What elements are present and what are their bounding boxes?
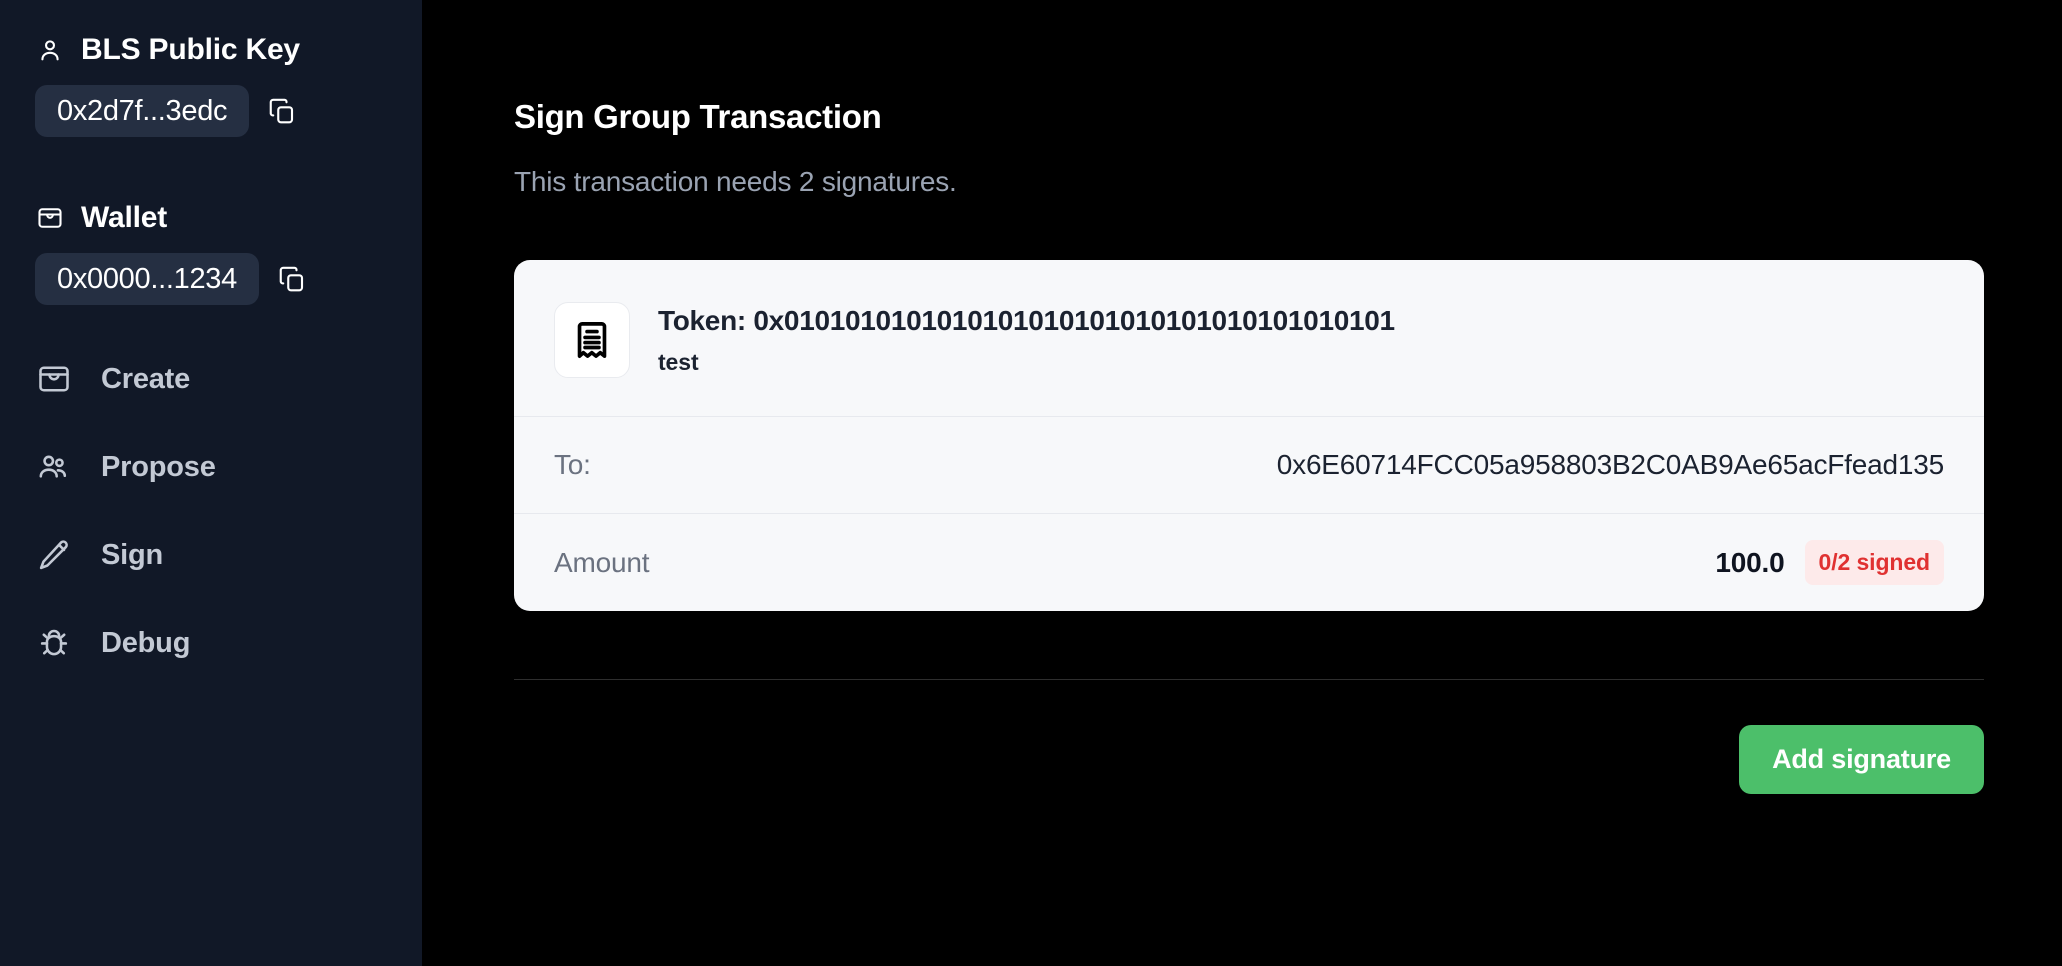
token-label: Token: 0x0101010101010101010101010101010… [658, 304, 1395, 336]
sidebar-item-create-label: Create [101, 362, 191, 395]
transaction-card-header: Token: 0x0101010101010101010101010101010… [514, 260, 1984, 417]
status-badge: 0/2 signed [1804, 540, 1944, 585]
page-title: Sign Group Transaction [514, 98, 882, 135]
token-sub-label: test [658, 348, 699, 375]
sidebar-item-debug-label: Debug [101, 626, 191, 659]
sidebar-item-sign-label: Sign [101, 538, 164, 571]
bls-public-key-label: BLS Public Key [81, 33, 300, 66]
bug-icon [33, 622, 75, 664]
bls-public-key-header: BLS Public Key [0, 33, 422, 67]
table-row-amount: Amount 100.0 0/2 signed [514, 514, 1984, 611]
copy-wallet-address-button[interactable] [275, 262, 309, 296]
amount-right-group: 100.0 0/2 signed [1715, 540, 1944, 585]
table-row-to: To: 0x6E60714FCC05a958803B2C0AB9Ae65acFf… [514, 417, 1984, 514]
wallet-icon [35, 203, 65, 233]
wallet-label: Wallet [81, 201, 168, 234]
page-subtitle: This transaction needs 2 signatures. [514, 166, 957, 197]
add-signature-button[interactable]: Add signature [1739, 725, 1984, 794]
pencil-icon [33, 534, 75, 576]
sidebar-item-create[interactable]: Create [0, 355, 422, 403]
wallet-block: Wallet 0x0000...1234 [0, 201, 422, 305]
user-icon [35, 35, 65, 65]
sidebar-nav: Create Propose Sign Debug [0, 355, 422, 707]
wallet-header: Wallet [0, 201, 422, 235]
wallet-address-row: 0x0000...1234 [0, 253, 422, 305]
sidebar-item-propose-label: Propose [101, 450, 216, 483]
to-address-value: 0x6E60714FCC05a958803B2C0AB9Ae65acFfead1… [1276, 449, 1944, 480]
bls-address-pill[interactable]: 0x2d7f...3edc [35, 85, 250, 137]
token-text-wrap: Token: 0x0101010101010101010101010101010… [658, 305, 1395, 376]
receipt-icon [554, 302, 630, 378]
users-icon [33, 446, 75, 488]
section-divider [514, 679, 1984, 680]
main-content: Sign Group Transaction This transaction … [422, 0, 2062, 966]
copy-bls-address-button[interactable] [265, 94, 299, 128]
sidebar-item-propose[interactable]: Propose [0, 443, 422, 491]
wallet-address-pill[interactable]: 0x0000...1234 [35, 253, 259, 305]
sidebar-item-sign[interactable]: Sign [0, 531, 422, 579]
amount-value: 100.0 [1715, 546, 1785, 578]
transaction-card: Token: 0x0101010101010101010101010101010… [514, 260, 1984, 611]
sidebar-item-debug[interactable]: Debug [0, 619, 422, 667]
actions-bar: Add signature [514, 725, 1984, 794]
sidebar: BLS Public Key 0x2d7f...3edc Wallet 0x00… [0, 0, 422, 966]
app-root: BLS Public Key 0x2d7f...3edc Wallet 0x00… [0, 0, 2062, 966]
amount-label: Amount [554, 546, 650, 578]
to-label: To: [554, 449, 591, 480]
bls-address-row: 0x2d7f...3edc [0, 85, 422, 137]
inbox-icon [33, 358, 75, 400]
